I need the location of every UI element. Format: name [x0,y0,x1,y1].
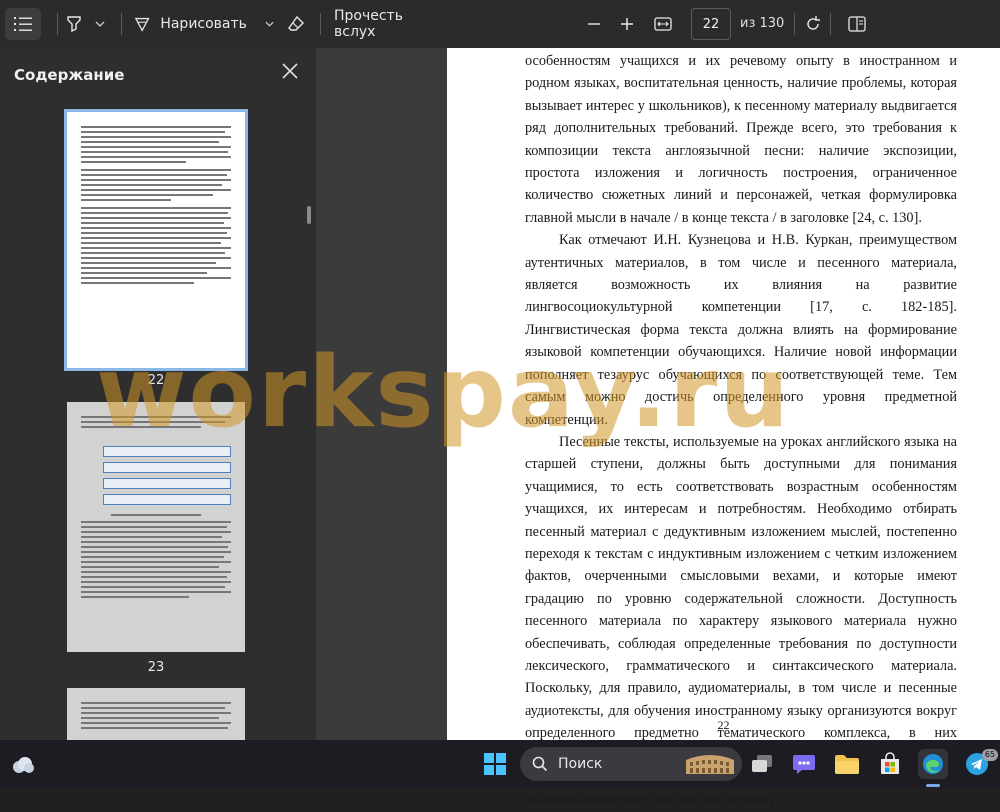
thumbnail-text-lines [81,126,231,287]
page-view-button[interactable] [842,8,872,40]
chat-icon [793,755,815,774]
thumbnail-diagram-box [103,478,231,489]
toolbar-divider [320,13,321,35]
page-view-icon [848,16,866,32]
page-body-text: особенностям учащихся и их речевому опыт… [525,50,957,812]
toolbar-divider [57,13,58,35]
draw-button[interactable]: Нарисовать [134,8,274,40]
plus-icon [621,18,633,30]
chevron-down-icon [265,21,274,27]
eraser-button[interactable] [282,8,310,40]
edge-icon [923,754,943,774]
page-number-footer: 22 [717,718,730,732]
page-thumbnail-22[interactable] [64,109,248,371]
close-icon [282,63,298,79]
store-button[interactable] [875,749,905,779]
thumbnail-diagram-box [103,462,231,473]
toolbar-divider [794,13,795,35]
colosseum-icon [686,755,734,774]
sidebar-title: Содержание [14,66,125,84]
page-number-input[interactable] [691,8,731,40]
taskbar-search[interactable]: Поиск [520,747,742,781]
thumbnail-label: 23 [147,660,165,675]
paragraph: Как отмечают И.Н. Кузнецова и Н.В. Курка… [525,232,957,428]
windows-logo-icon [484,753,506,775]
thumbnail-text-lines [81,514,231,601]
task-view-button[interactable] [747,749,777,779]
read-aloud-button[interactable]: Прочесть вслух [326,8,446,40]
search-label: Поиск [558,756,603,772]
zoom-out-button[interactable] [580,8,608,40]
chat-app-button[interactable] [789,749,819,779]
toolbar-divider [121,13,122,35]
page-thumbnail-24[interactable] [67,688,245,740]
file-explorer-button[interactable] [832,749,862,779]
thumbnail-diagram-box [103,494,231,505]
rotate-icon [807,16,820,30]
contents-toggle-button[interactable] [5,8,41,40]
read-aloud-label: Прочесть вслух [334,8,403,40]
pdf-page: особенностям учащихся и их речевому опыт… [447,48,1000,808]
store-icon [881,752,899,774]
folder-icon [835,755,859,774]
document-viewer[interactable]: особенностям учащихся и их речевому опыт… [316,48,1000,808]
sidebar-scrollbar[interactable] [307,206,311,224]
edge-browser-button[interactable] [918,749,948,779]
eraser-icon [288,15,304,31]
weather-widget[interactable] [10,752,36,778]
thumbnail-text-lines [81,416,231,431]
highlighter-icon [67,16,81,33]
list-icon [14,17,32,31]
cloud-icon [13,757,34,773]
page-total: из 130 [740,16,785,31]
contents-sidebar: Содержание 22 23 [0,48,316,740]
search-icon [532,756,548,772]
thumbnail-label: 22 [147,373,165,388]
pdf-toolbar: Нарисовать Прочесть вслух из 130 [0,0,1000,48]
toolbar-divider [830,13,831,35]
start-button[interactable] [480,749,510,779]
sidebar-close-button[interactable] [279,60,301,82]
fit-width-button[interactable] [648,8,678,40]
draw-label: Нарисовать [160,16,247,32]
chevron-down-icon [95,21,105,27]
rotate-button[interactable] [798,8,828,40]
draw-icon [134,17,150,32]
telegram-badge: 65 [982,749,998,761]
thumbnail-text-lines [81,702,231,732]
highlight-button[interactable] [60,8,110,40]
paragraph: особенностям учащихся и их речевому опыт… [525,53,957,226]
active-app-indicator [926,784,940,787]
page-thumbnail-23[interactable] [67,402,245,652]
thumbnail-diagram-box [103,446,231,457]
fit-width-icon [654,17,672,31]
windows-taskbar: Поиск 65 [0,740,1000,788]
task-view-icon [752,755,772,772]
minus-icon [588,23,600,25]
zoom-in-button[interactable] [613,8,641,40]
